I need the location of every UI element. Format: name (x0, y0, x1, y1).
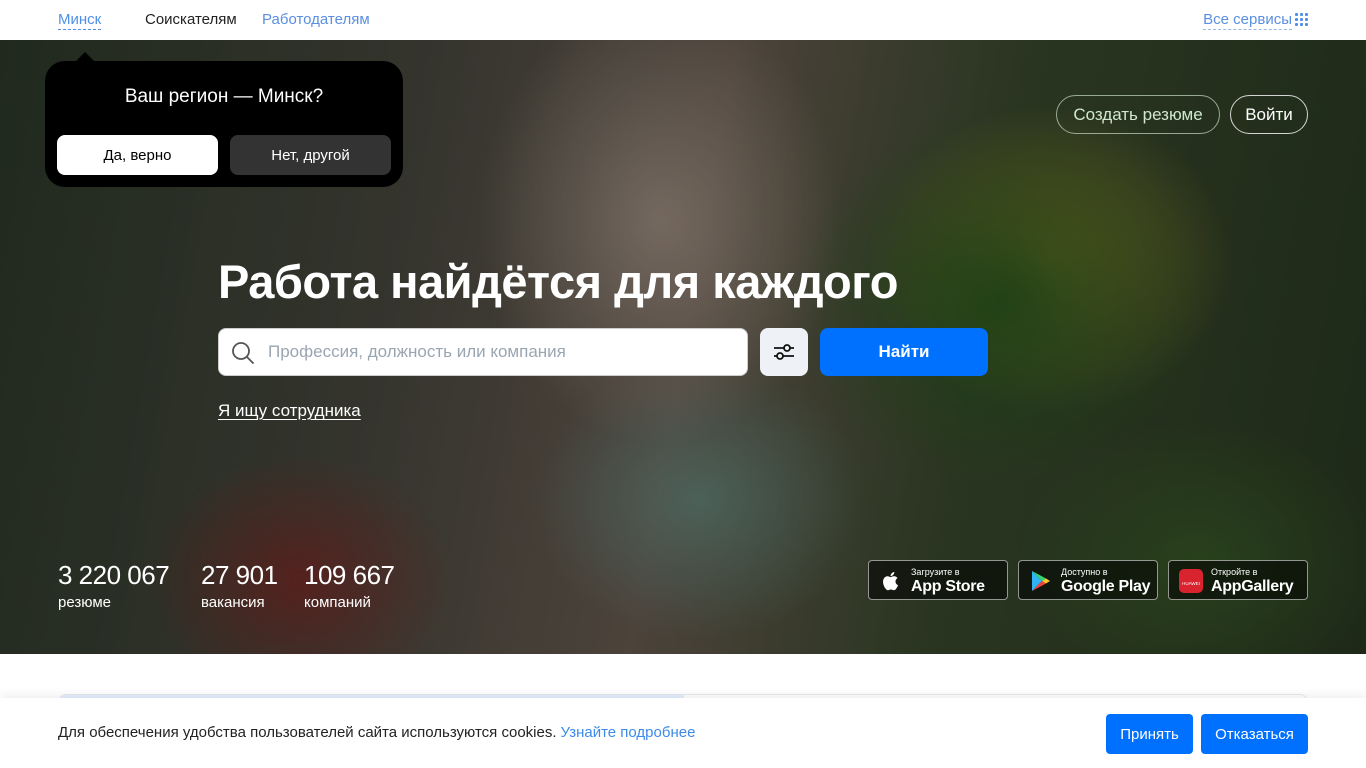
cookie-more-link[interactable]: Узнайте подробнее (561, 724, 696, 741)
search-input[interactable] (266, 329, 736, 375)
app-store-badge[interactable]: Загрузите в App Store (868, 560, 1008, 600)
top-navigation: Минск Соискателям Работодателям Все серв… (0, 0, 1366, 40)
sliders-icon (774, 344, 794, 360)
apple-icon (883, 572, 898, 591)
google-play-icon (1032, 571, 1050, 591)
nav-employers-link[interactable]: Работодателям (262, 11, 370, 29)
region-popup-title: Ваш регион — Минск? (124, 86, 324, 107)
store-caption: Откройте в (1211, 567, 1258, 577)
huawei-badge-text: HUAWEI (1182, 581, 1200, 586)
store-name: Google Play (1061, 578, 1151, 595)
stat-label: резюме (58, 594, 111, 611)
stat-number: 27 901 (201, 560, 278, 590)
stat-label: компаний (304, 594, 371, 611)
login-button[interactable]: Войти (1230, 95, 1308, 134)
store-name: AppGallery (1211, 578, 1294, 595)
all-services-link[interactable]: Все сервисы (1203, 11, 1292, 30)
city-selector-link[interactable]: Минск (58, 11, 102, 30)
region-confirm-popup: Ваш регион — Минск? Да, верно Нет, друго… (45, 52, 403, 187)
cookie-decline-button[interactable]: Отказаться (1201, 714, 1308, 754)
nav-seekers-link[interactable]: Соискателям (145, 11, 237, 29)
region-change-button[interactable]: Нет, другой (230, 135, 391, 175)
cookie-accept-button[interactable]: Принять (1106, 714, 1193, 754)
hero-headline: Работа найдётся для каждого (218, 255, 898, 308)
app-gallery-badge[interactable]: HUAWEI Откройте в AppGallery (1168, 560, 1308, 600)
stat-number: 109 667 (304, 560, 395, 590)
create-resume-button[interactable]: Создать резюме (1056, 95, 1220, 134)
advanced-search-button[interactable] (760, 328, 808, 376)
stat-vacancies: 27 901 вакансия (201, 560, 278, 613)
stat-number: 3 220 067 (58, 560, 170, 590)
stat-resumes: 3 220 067 резюме (58, 560, 170, 613)
grid-icon[interactable] (1295, 13, 1308, 26)
find-button[interactable]: Найти (820, 328, 988, 376)
store-caption: Загрузите в (911, 567, 960, 577)
cookie-text: Для обеспечения удобства пользователей с… (58, 723, 695, 743)
cookie-message: Для обеспечения удобства пользователей с… (58, 724, 557, 741)
stat-companies: 109 667 компаний (304, 560, 395, 613)
employer-search-link[interactable]: Я ищу сотрудника (218, 401, 361, 421)
stat-label: вакансия (201, 594, 265, 611)
search-box[interactable] (218, 328, 748, 376)
google-play-badge[interactable]: Доступно в Google Play (1018, 560, 1158, 600)
cookie-banner: Для обеспечения удобства пользователей с… (0, 698, 1366, 768)
huawei-icon: HUAWEI (1179, 569, 1203, 593)
region-confirm-button[interactable]: Да, верно (57, 135, 218, 175)
store-caption: Доступно в (1061, 567, 1108, 577)
search-icon (232, 342, 254, 364)
store-name: App Store (911, 578, 985, 595)
